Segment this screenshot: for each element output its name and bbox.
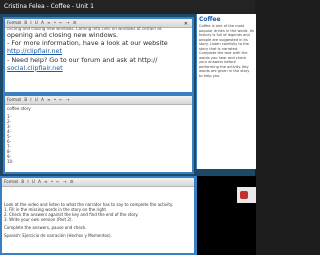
window-title: Cristina Felea - Coffee - Unit 1 xyxy=(0,0,255,14)
bold-button[interactable]: B xyxy=(24,19,27,27)
bullets-button[interactable]: • xyxy=(54,96,56,104)
bottom-editor-content[interactable]: Look at the video and listen to what the… xyxy=(4,202,192,251)
middle-editor-toolbar[interactable]: Format B I U A ≡ • ← → xyxy=(5,96,192,105)
coffee-info-panel: Coffee Coffee is one of the most popular… xyxy=(196,14,256,169)
story-heading: coffee story xyxy=(7,106,31,111)
bold-button[interactable]: B xyxy=(21,178,24,186)
instruction-line: Complete the answers, pause and check. xyxy=(4,225,87,230)
bottom-editor-toolbar[interactable]: Format B I U A ≡ • ← → ☰ xyxy=(2,178,194,187)
font-color-button[interactable]: A xyxy=(41,96,44,104)
middle-editor-content[interactable]: coffee story 1- 2- 3- 4- 5- 6- 7- 8- 9- … xyxy=(7,106,190,170)
top-editor-line: - Need help? Go to our forum and ask at … xyxy=(7,55,158,64)
outdent-button[interactable]: ← xyxy=(59,19,62,27)
panel-heading: Coffee xyxy=(199,16,221,23)
instruction-line: Spanish: Ejercicio de narración (Hechos … xyxy=(4,233,112,238)
menu-button[interactable]: ☰ xyxy=(70,178,74,186)
align-button[interactable]: ≡ xyxy=(47,19,50,27)
italic-button[interactable]: I xyxy=(30,96,31,104)
top-editor-content[interactable]: ciicnng and closing new windows. Coming … xyxy=(7,27,190,90)
italic-button[interactable]: I xyxy=(27,178,28,186)
top-editor-line: - For more information, have a look at o… xyxy=(7,39,168,48)
top-text-editor[interactable]: Format B I U A ≡ • ← → ☰ ✕ ciicnng and c… xyxy=(3,17,194,94)
outdent-button[interactable]: ← xyxy=(59,96,62,104)
underline-button[interactable]: U xyxy=(32,178,35,186)
forum-link[interactable]: social.clipflair.net xyxy=(7,64,190,72)
align-button[interactable]: ≡ xyxy=(44,178,47,186)
italic-button[interactable]: I xyxy=(30,19,31,27)
outdent-button[interactable]: ← xyxy=(56,178,59,186)
indent-button[interactable]: → xyxy=(66,96,69,104)
format-dropdown[interactable]: Format xyxy=(7,19,21,27)
bold-button[interactable]: B xyxy=(24,96,27,104)
bullets-button[interactable]: • xyxy=(51,178,53,186)
indent-button[interactable]: → xyxy=(66,19,69,27)
instruction-line: 3. Write your own version (Part 2). xyxy=(4,217,73,222)
top-editor-line: opening and closing new windows. xyxy=(7,31,119,39)
indent-button[interactable]: → xyxy=(63,178,66,186)
underline-button[interactable]: U xyxy=(35,96,38,104)
story-line: 10- xyxy=(7,159,14,164)
format-dropdown[interactable]: Format xyxy=(7,96,21,104)
menu-button[interactable]: ☰ xyxy=(73,19,77,27)
font-color-button[interactable]: A xyxy=(41,19,44,27)
panel-text: Coffee is one of the most popular drinks… xyxy=(199,24,254,78)
underline-button[interactable]: U xyxy=(35,19,38,27)
align-button[interactable]: ≡ xyxy=(47,96,50,104)
font-color-button[interactable]: A xyxy=(38,178,41,186)
video-thumbnail-icon[interactable] xyxy=(237,187,256,203)
bullets-button[interactable]: • xyxy=(54,19,56,27)
format-dropdown[interactable]: Format xyxy=(4,178,18,186)
instructions-text-editor[interactable]: Format B I U A ≡ • ← → ☰ Look at the vid… xyxy=(0,176,196,255)
video-player[interactable] xyxy=(196,176,256,255)
website-link[interactable]: http://clipflair.net xyxy=(7,47,190,55)
story-text-editor[interactable]: Format B I U A ≡ • ← → coffee story 1- 2… xyxy=(3,94,194,174)
